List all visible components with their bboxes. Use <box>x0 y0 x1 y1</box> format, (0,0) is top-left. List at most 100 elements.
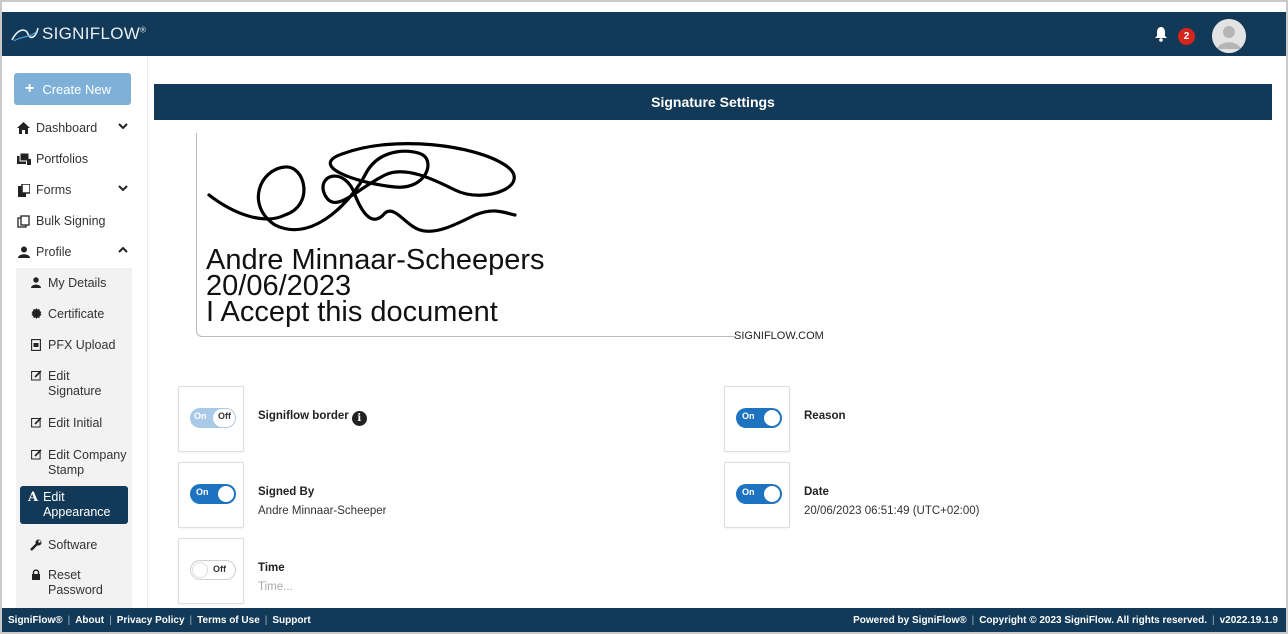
toggle-off-text: Off <box>218 411 231 421</box>
submenu-item-my-details[interactable]: My Details <box>30 276 106 291</box>
option-card-signed-by: On <box>178 462 244 528</box>
submenu-label: Certificate <box>48 307 105 321</box>
certificate-icon <box>30 307 42 322</box>
logo-text: SIGNIFLOW <box>42 24 141 43</box>
footer-brand: SigniFlow® <box>8 615 63 626</box>
chevron-up-icon <box>118 246 128 253</box>
create-new-button[interactable]: + Create New <box>14 73 131 105</box>
submenu-label: Reset Password <box>48 568 103 597</box>
option-card-border: On Off <box>178 386 244 452</box>
top-bar: SIGNIFLOW® 2 <box>2 12 1286 56</box>
submenu-label: Edit Company Stamp <box>48 448 127 477</box>
edit-icon <box>30 448 42 478</box>
submenu-label: Edit Signature <box>48 369 102 398</box>
footer-link-about[interactable]: About <box>75 615 104 626</box>
submenu-item-reset-password[interactable]: Reset Password <box>30 568 110 598</box>
time-input[interactable]: Time... <box>258 581 293 593</box>
sidebar-item-label: Portfolios <box>36 152 89 166</box>
footer-link-support[interactable]: Support <box>272 615 310 626</box>
submenu-label: Software <box>48 538 98 552</box>
date-label: Date <box>804 486 829 498</box>
footer-powered-by: Powered by SigniFlow® <box>853 615 967 626</box>
chevron-down-icon <box>118 123 128 130</box>
sidebar-item-label: Bulk Signing <box>36 214 106 228</box>
signature-scribble <box>207 142 517 233</box>
toggle-knob <box>218 486 234 502</box>
sidebar: + Create New Dashboard Portfolios Forms … <box>2 56 148 608</box>
home-icon <box>16 122 31 135</box>
reason-toggle[interactable]: On <box>736 408 782 428</box>
forms-icon <box>16 183 31 197</box>
edit-icon <box>30 416 42 431</box>
sidebar-item-bulk-signing[interactable]: Bulk Signing <box>16 211 136 231</box>
bell-icon[interactable] <box>1154 26 1168 42</box>
footer-link-terms[interactable]: Terms of Use <box>197 615 260 626</box>
profile-submenu: My Details Certificate PFX Upload Edit S… <box>16 268 132 608</box>
submenu-label: PFX Upload <box>48 338 116 352</box>
submenu-item-edit-company-stamp[interactable]: Edit Company Stamp <box>30 448 134 478</box>
user-avatar[interactable] <box>1212 19 1246 53</box>
sidebar-item-label: Profile <box>36 245 72 259</box>
signed-by-value[interactable]: Andre Minnaar-Scheepers <box>258 505 386 517</box>
submenu-item-edit-initial[interactable]: Edit Initial <box>30 416 102 431</box>
date-toggle[interactable]: On <box>736 484 782 504</box>
submenu-item-pfx-upload[interactable]: PFX Upload <box>30 338 115 353</box>
toggle-knob <box>764 486 780 502</box>
toggle-knob <box>764 410 780 426</box>
app-window: SIGNIFLOW® 2 + Create New Dashboard Port… <box>2 2 1286 632</box>
submenu-item-certificate[interactable]: Certificate <box>30 307 104 322</box>
signature-preview: Andre Minnaar-Scheepers 20/06/2023 I Acc… <box>196 133 736 337</box>
submenu-item-edit-appearance[interactable]: A Edit Appearance <box>20 486 128 524</box>
footer-version: v2022.19.1.9 <box>1219 615 1278 626</box>
time-label: Time <box>258 562 285 574</box>
logo-swoosh-icon <box>11 27 39 42</box>
option-card-date: On <box>724 462 790 528</box>
time-toggle[interactable]: Off <box>190 560 236 580</box>
signed-by-toggle[interactable]: On <box>190 484 236 504</box>
avatar-icon <box>1212 19 1246 53</box>
signature-reason: I Accept this document <box>206 296 498 328</box>
info-icon[interactable]: i <box>351 411 367 426</box>
notification-badge[interactable]: 2 <box>1178 28 1195 45</box>
edit-icon <box>30 369 42 399</box>
file-upload-icon <box>30 338 42 353</box>
toggle-state-text: On <box>742 487 755 497</box>
user-icon <box>16 246 31 259</box>
font-icon: A <box>28 490 39 505</box>
user-icon <box>30 276 42 291</box>
toggle-on-text: On <box>194 411 207 421</box>
create-new-label: Create New <box>42 81 111 97</box>
border-label: Signiflow border i <box>258 410 367 426</box>
date-value[interactable]: 20/06/2023 06:51:49 (UTC+02:00) <box>804 505 980 517</box>
footer-link-privacy[interactable]: Privacy Policy <box>117 615 185 626</box>
border-toggle[interactable]: On Off <box>190 408 236 428</box>
submenu-label: Edit Initial <box>48 416 103 430</box>
sidebar-item-label: Dashboard <box>36 121 98 135</box>
signiflow-logo[interactable]: SIGNIFLOW® <box>10 18 146 50</box>
plus-icon: + <box>25 80 35 97</box>
page-title: Signature Settings <box>154 84 1272 120</box>
footer: SigniFlow® | About | Privacy Policy | Terms… <box>2 608 1286 632</box>
toggle-state-text: On <box>742 411 755 421</box>
reason-label: Reason <box>804 410 846 422</box>
portfolio-icon <box>16 153 31 166</box>
chevron-down-icon <box>118 185 128 192</box>
sidebar-item-dashboard[interactable]: Dashboard <box>16 118 136 138</box>
wrench-icon <box>30 538 42 553</box>
toggle-state-text: On <box>196 487 209 497</box>
sidebar-item-portfolios[interactable]: Portfolios <box>16 149 136 169</box>
sidebar-item-profile[interactable]: Profile <box>16 242 136 262</box>
submenu-label: Edit Appearance <box>43 490 111 519</box>
submenu-item-software[interactable]: Software <box>30 538 97 553</box>
sidebar-item-forms[interactable]: Forms <box>16 180 136 200</box>
bulk-signing-icon <box>16 214 31 228</box>
lock-icon <box>30 568 42 598</box>
signiflow-watermark: SIGNIFLOW.COM <box>734 330 824 342</box>
submenu-label: My Details <box>48 276 107 290</box>
option-card-time: Off <box>178 538 244 604</box>
submenu-item-edit-signature[interactable]: Edit Signature <box>30 369 120 399</box>
footer-copyright: Copyright © 2023 SigniFlow. All rights r… <box>979 615 1207 626</box>
toggle-state-text: Off <box>213 564 226 574</box>
signed-by-label: Signed By <box>258 486 315 498</box>
option-card-reason: On <box>724 386 790 452</box>
